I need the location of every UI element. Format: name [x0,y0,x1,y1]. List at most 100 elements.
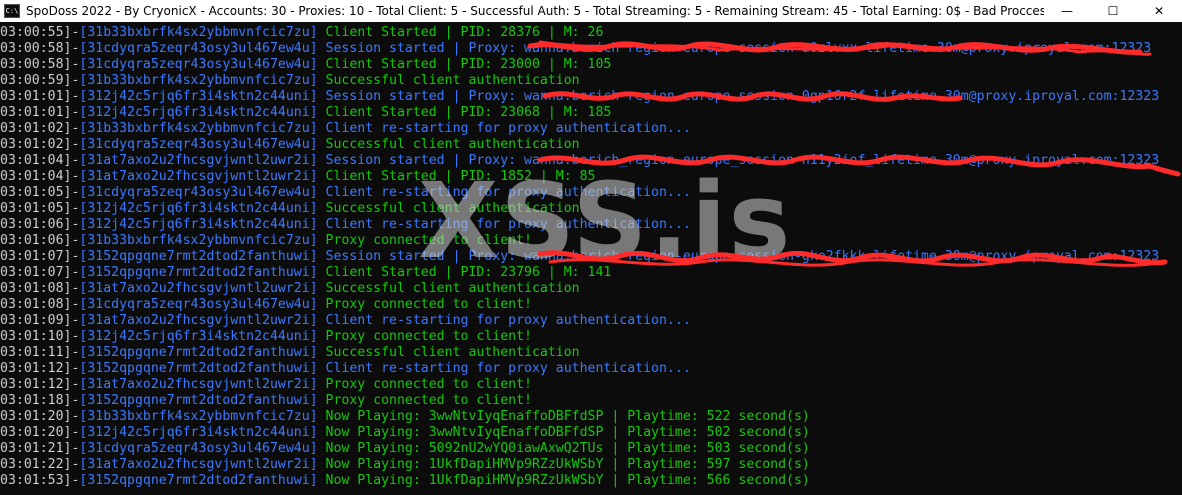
minimize-button[interactable]: — [1044,0,1090,22]
log-line: 03:01:07]-[3152qpgqne7rmt2dtod2fanthuwi]… [0,265,1182,281]
log-line: 03:01:20]-[31b33bxbrfk4sx2ybbmvnfcic7zu]… [0,409,1182,425]
log-message: Client Started | PID: 28376 | M: 26 [317,25,604,40]
log-timestamp: 03:01:01]- [0,105,80,120]
log-account-id: [31cdyqra5zeqr43osy3ul467ew4u] [79,137,318,152]
log-timestamp: 03:01:08]- [0,297,80,312]
log-timestamp: 03:01:09]- [0,313,80,328]
log-account-id: [31cdyqra5zeqr43osy3ul467ew4u] [79,297,318,312]
log-account-id: [312j42c5rjq6fr3i4sktn2c44uni] [79,425,318,440]
log-message: Now Playing: 1UkfDapiHMVp9RZzUkWSbY | Pl… [317,457,810,472]
log-message: Proxy connected to client! [317,377,532,392]
log-timestamp: 03:01:05]- [0,201,80,216]
log-timestamp: 03:00:58]- [0,41,80,56]
log-account-id: [31at7axo2u2fhcsgvjwntl2uwr2i] [79,377,318,392]
log-account-id: [31at7axo2u2fhcsgvjwntl2uwr2i] [79,281,318,296]
log-line: 03:00:58]-[31cdyqra5zeqr43osy3ul467ew4u]… [0,41,1182,57]
log-timestamp: 03:00:59]- [0,73,80,88]
log-line: 03:01:53]-[3152qpgqne7rmt2dtod2fanthuwi]… [0,473,1182,489]
log-timestamp: 03:01:53]- [0,473,80,488]
log-timestamp: 03:01:10]- [0,329,80,344]
log-line: 03:01:10]-[312j42c5rjq6fr3i4sktn2c44uni]… [0,329,1182,345]
log-message: Client re-starting for proxy authenticat… [317,313,691,328]
log-account-id: [31b33bxbrfk4sx2ybbmvnfcic7zu] [79,25,318,40]
log-account-id: [3152qpgqne7rmt2dtod2fanthuwi] [79,473,318,488]
log-line: 03:01:12]-[3152qpgqne7rmt2dtod2fanthuwi]… [0,361,1182,377]
window-title: SpoDoss 2022 - By CryonicX - Accounts: 3… [26,4,1044,18]
log-message: Successful client authentication [317,281,580,296]
log-account-id: [31at7axo2u2fhcsgvjwntl2uwr2i] [79,457,318,472]
log-account-id: [31at7axo2u2fhcsgvjwntl2uwr2i] [79,313,318,328]
log-timestamp: 03:00:58]- [0,57,80,72]
log-timestamp: 03:01:20]- [0,425,80,440]
log-message: Client Started | PID: 23000 | M: 105 [317,57,612,72]
log-message: Successful client authentication [317,201,580,216]
log-line: 03:01:06]-[31b33bxbrfk4sx2ybbmvnfcic7zu]… [0,233,1182,249]
log-account-id: [31cdyqra5zeqr43osy3ul467ew4u] [79,185,318,200]
console-app-icon: C:\ [4,4,20,18]
log-line: 03:01:12]-[31at7axo2u2fhcsgvjwntl2uwr2i]… [0,377,1182,393]
window-controls: — ☐ ✕ [1044,0,1182,22]
log-message: Client Started | PID: 1852 | M: 85 [317,169,596,184]
log-line: 03:01:01]-[312j42c5rjq6fr3i4sktn2c44uni]… [0,89,1182,105]
log-message: Now Playing: 3wwNtvIyqEnaffoDBFfdSP | Pl… [317,425,810,440]
log-account-id: [31at7axo2u2fhcsgvjwntl2uwr2i] [79,153,318,168]
log-timestamp: 03:01:08]- [0,281,80,296]
log-message: Now Playing: 1UkfDapiHMVp9RZzUkWSbY | Pl… [317,473,810,488]
log-timestamp: 03:01:20]- [0,409,80,424]
log-account-id: [31b33bxbrfk4sx2ybbmvnfcic7zu] [79,233,318,248]
log-line: 03:00:58]-[31cdyqra5zeqr43osy3ul467ew4u]… [0,57,1182,73]
log-message: Proxy connected to client! [317,393,532,408]
log-line: 03:01:05]-[31cdyqra5zeqr43osy3ul467ew4u]… [0,185,1182,201]
title-bar[interactable]: C:\ SpoDoss 2022 - By CryonicX - Account… [0,0,1182,22]
log-line: 03:01:08]-[31at7axo2u2fhcsgvjwntl2uwr2i]… [0,281,1182,297]
log-line: 03:00:55]-[31b33bxbrfk4sx2ybbmvnfcic7zu]… [0,25,1182,41]
log-message: Session started | Proxy: wanna:berich re… [317,249,1160,264]
log-line: 03:01:11]-[3152qpgqne7rmt2dtod2fanthuwi]… [0,345,1182,361]
log-timestamp: 03:01:07]- [0,249,80,264]
log-account-id: [312j42c5rjq6fr3i4sktn2c44uni] [79,329,318,344]
log-message: Proxy connected to client! [317,297,532,312]
log-line: 03:01:01]-[312j42c5rjq6fr3i4sktn2c44uni]… [0,105,1182,121]
log-account-id: [312j42c5rjq6fr3i4sktn2c44uni] [79,105,318,120]
log-line: 03:01:02]-[31b33bxbrfk4sx2ybbmvnfcic7zu]… [0,121,1182,137]
log-message: Client re-starting for proxy authenticat… [317,217,691,232]
log-account-id: [3152qpgqne7rmt2dtod2fanthuwi] [79,345,318,360]
log-account-id: [312j42c5rjq6fr3i4sktn2c44uni] [79,201,318,216]
log-line: 03:01:04]-[31at7axo2u2fhcsgvjwntl2uwr2i]… [0,169,1182,185]
log-line: 03:01:07]-[3152qpgqne7rmt2dtod2fanthuwi]… [0,249,1182,265]
log-line: 03:01:22]-[31at7axo2u2fhcsgvjwntl2uwr2i]… [0,457,1182,473]
log-line: 03:01:04]-[31at7axo2u2fhcsgvjwntl2uwr2i]… [0,153,1182,169]
log-message: Client re-starting for proxy authenticat… [317,121,691,136]
log-message: Successful client authentication [317,137,580,152]
log-line: 03:01:20]-[312j42c5rjq6fr3i4sktn2c44uni]… [0,425,1182,441]
log-message: Session started | Proxy: wanna:berich_re… [317,153,1160,168]
log-timestamp: 03:01:06]- [0,233,80,248]
log-account-id: [312j42c5rjq6fr3i4sktn2c44uni] [79,217,318,232]
log-account-id: [31b33bxbrfk4sx2ybbmvnfcic7zu] [79,121,318,136]
log-message: Successful client authentication [317,73,580,88]
log-timestamp: 03:01:18]- [0,393,80,408]
log-message: Client re-starting for proxy authenticat… [317,185,691,200]
log-timestamp: 03:01:04]- [0,153,80,168]
log-timestamp: 03:01:02]- [0,121,80,136]
log-line: 03:01:18]-[3152qpgqne7rmt2dtod2fanthuwi]… [0,393,1182,409]
log-timestamp: 03:01:07]- [0,265,80,280]
close-button[interactable]: ✕ [1136,0,1182,22]
log-line: 03:01:02]-[31cdyqra5zeqr43osy3ul467ew4u]… [0,137,1182,153]
log-account-id: [312j42c5rjq6fr3i4sktn2c44uni] [79,89,318,104]
log-timestamp: 03:01:12]- [0,377,80,392]
log-account-id: [31cdyqra5zeqr43osy3ul467ew4u] [79,57,318,72]
log-timestamp: 03:01:02]- [0,137,80,152]
console-output[interactable]: 03:00:55]-[31b33bxbrfk4sx2ybbmvnfcic7zu]… [0,25,1182,495]
log-timestamp: 03:01:06]- [0,217,80,232]
maximize-button[interactable]: ☐ [1090,0,1136,22]
log-timestamp: 03:01:05]- [0,185,80,200]
log-line: 03:01:06]-[312j42c5rjq6fr3i4sktn2c44uni]… [0,217,1182,233]
log-account-id: [31cdyqra5zeqr43osy3ul467ew4u] [79,441,318,456]
log-line: 03:01:09]-[31at7axo2u2fhcsgvjwntl2uwr2i]… [0,313,1182,329]
log-account-id: [31at7axo2u2fhcsgvjwntl2uwr2i] [79,169,318,184]
log-timestamp: 03:01:21]- [0,441,80,456]
log-account-id: [31cdyqra5zeqr43osy3ul467ew4u] [79,41,318,56]
log-account-id: [31b33bxbrfk4sx2ybbmvnfcic7zu] [79,73,318,88]
log-line: 03:01:08]-[31cdyqra5zeqr43osy3ul467ew4u]… [0,297,1182,313]
